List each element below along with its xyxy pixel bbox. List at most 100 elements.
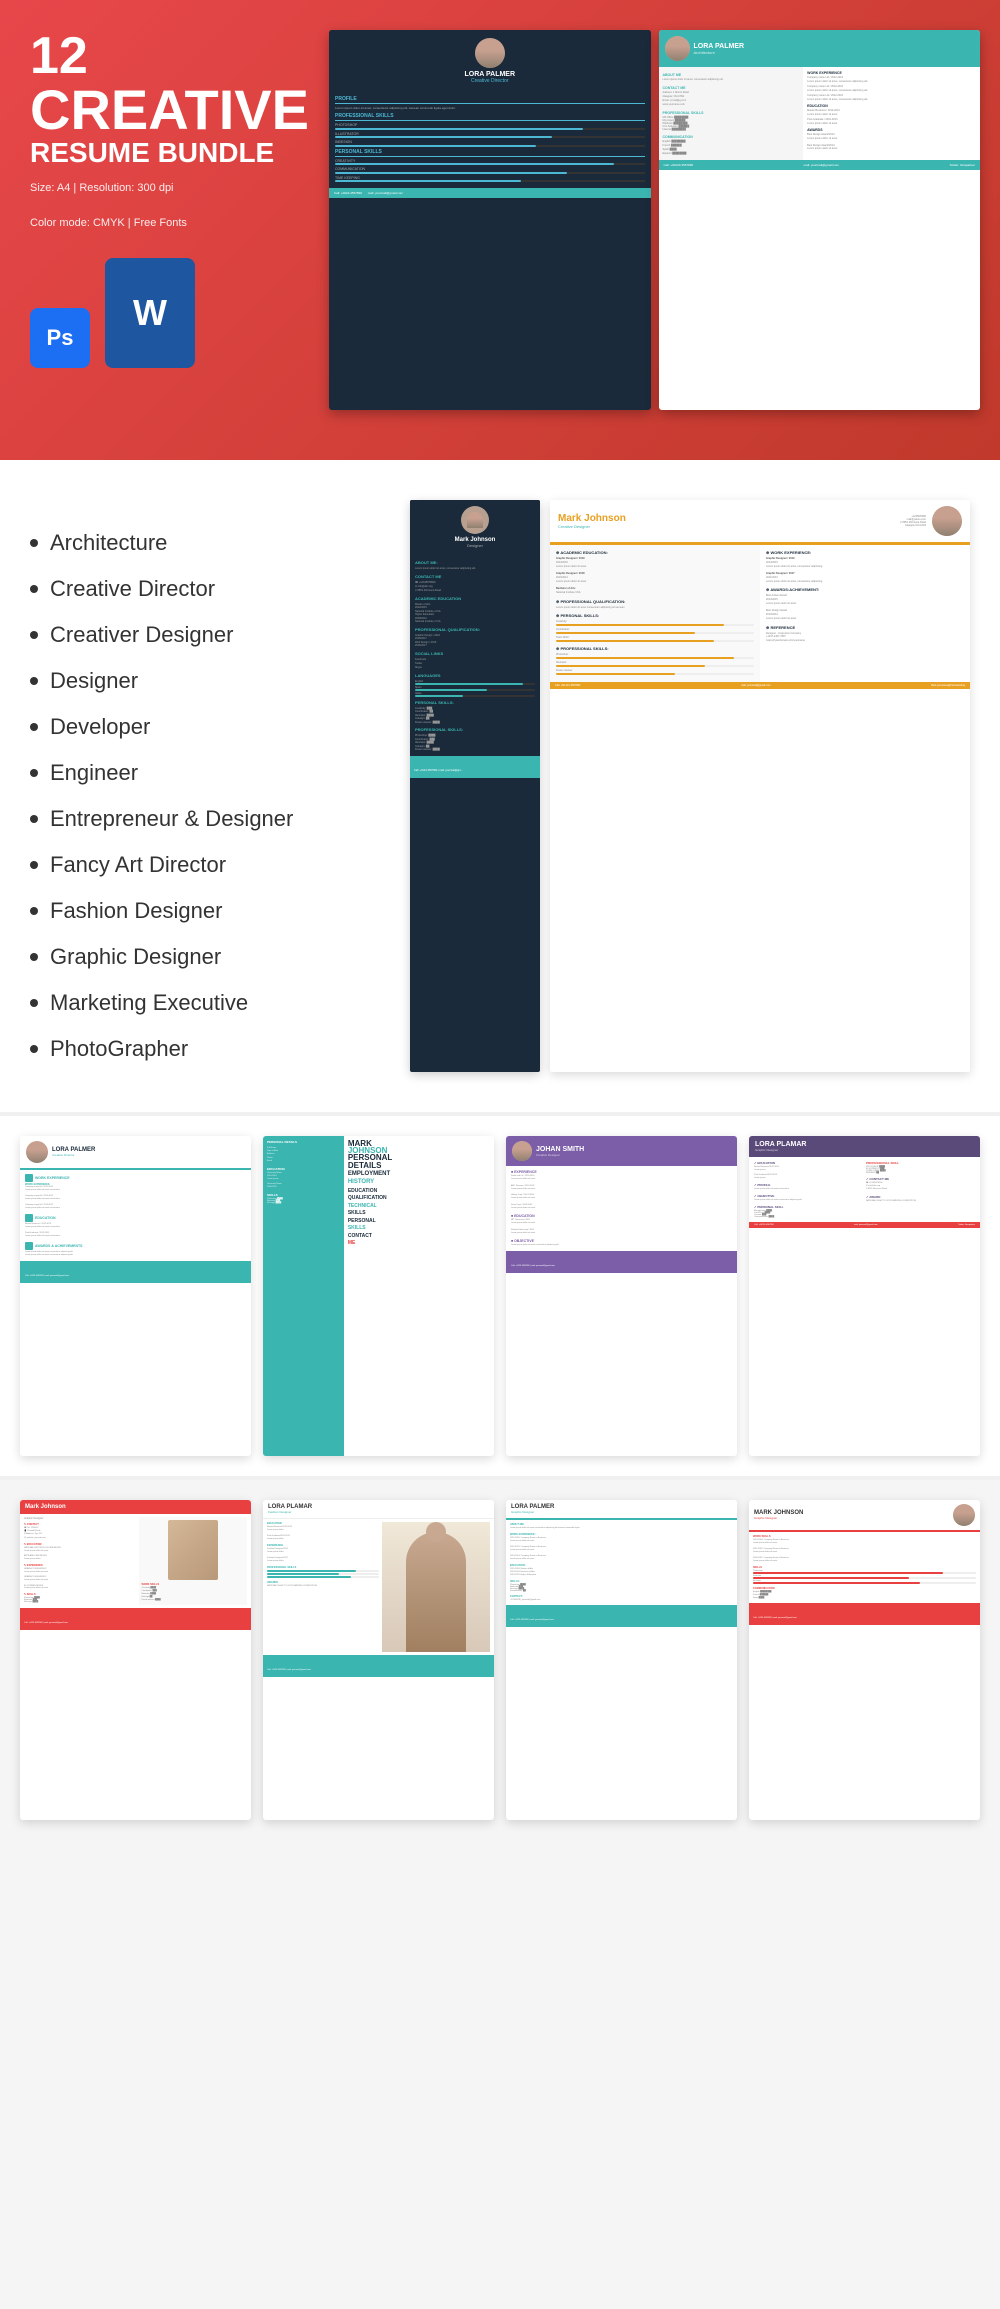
hero-meta-size: Size: A4 | Resolution: 300 dpi	[30, 179, 309, 199]
dark-section-personal: PERSONAL SKILLS	[335, 149, 645, 157]
list-item-creative-designer: Creativer Designer	[30, 612, 380, 658]
bullet-10	[30, 953, 38, 961]
list-section-previews: Mark Johnson Designer ABOUT ME: Lorem ip…	[410, 500, 970, 1072]
mark-dark-resume: Mark Johnson Designer ABOUT ME: Lorem ip…	[410, 500, 540, 1072]
lora-graphic-header: LORA PALMER Graphic Designer	[506, 1500, 737, 1520]
resume-preview-teal: LORA PALMER Architecture ABOUT ME Lorem …	[659, 30, 981, 410]
lora-graphic-role: Graphic Designer	[511, 1510, 732, 1514]
mark-color-avatar	[932, 506, 962, 536]
mark-dark-header: Mark Johnson Designer	[410, 500, 540, 554]
hero-section: 12 CREATIVE RESUME BUNDLE Size: A4 | Res…	[0, 0, 1000, 460]
mark-clean-footer: Call: +0123-4567890 | mail: yourmail@gma…	[749, 1603, 980, 1625]
teal-resume-name: LORA PALMER	[694, 43, 745, 50]
software-badges: Ps W	[30, 248, 309, 368]
mark-color-name: Mark Johnson	[558, 513, 626, 524]
mark-red-resume: Mark Johnson Graphic Designer ✎ CONTACT …	[20, 1500, 251, 1820]
johan-resume: JOHAN SMITH Creative Designer ■ Experien…	[506, 1136, 737, 1456]
mark-typo-right: MARK JOHNSON PERSONAL DETAILS EMPLOYMENT…	[344, 1136, 494, 1456]
hero-meta-color: Color mode: CMYK | Free Fonts	[30, 214, 309, 234]
bottom-row-2: Mark Johnson Graphic Designer ✎ CONTACT …	[0, 1480, 1000, 1840]
lora-purple-header: LORA PLAMAR Graphic Designer	[749, 1136, 980, 1157]
item-marketing: Marketing Executive	[50, 990, 248, 1016]
mark-red-body: Graphic Designer ✎ CONTACT ☎ Tel: 123456…	[20, 1514, 251, 1608]
list-item-fancy-art: Fancy Art Director	[30, 842, 380, 888]
dark-section-skills: PROFESSIONAL SKILLS	[335, 113, 645, 121]
lora-purple-footer: Call: +00123-4567890 mail: yourmail@gmai…	[749, 1222, 980, 1228]
lora-fashion-resume: LORA PLAMAR Fashion Designer EDUCATION M…	[263, 1500, 494, 1820]
skill-communication: COMMUNICATION	[335, 167, 645, 174]
dark-section-profile: PROFILE	[335, 96, 645, 104]
dark-email: mail: yourmail@gmail.com	[368, 191, 403, 195]
item-graphic: Graphic Designer	[50, 944, 221, 970]
bullet-11	[30, 999, 38, 1007]
mark-clean-role: Graphic Designer	[754, 1516, 803, 1520]
lora-small-footer: Call: +0123-4567890 | mail: yourmail@gma…	[20, 1261, 251, 1283]
johan-name: JOHAN SMITH	[536, 1146, 584, 1153]
list-section: Architecture Creative Director Creativer…	[0, 460, 1000, 1112]
lora-graphic-footer: Call: +0123-4567890 | mail: yourmail@gma…	[506, 1605, 737, 1627]
mark-red-footer: Call: +0123-4567890 | mail: yourmail@gma…	[20, 1608, 251, 1630]
list-item-engineer: Engineer	[30, 750, 380, 796]
lora-small-body: WORK EXPERIENCE WORK EXPERIENCE Company …	[20, 1170, 251, 1261]
johan-role: Creative Designer	[536, 1153, 584, 1157]
mark-color-header: Mark Johnson Creative Designer +12456/90…	[550, 500, 970, 545]
lora-fashion-body: EDUCATION Master Business/2012-2013Lorem…	[263, 1519, 494, 1655]
mark-clean-body: WORK SKILLS 2013-2016: Company Name in B…	[749, 1532, 980, 1603]
mark-typo-resume: PERSONAL DETAILS Full NameDate of BirthA…	[263, 1136, 494, 1456]
teal-resume-footer: Call: +00123-4567890 mail: yourmail@gmai…	[659, 160, 981, 170]
mark-color-body: ⊕ ACADEMIC EDUCATION: Graphic Designer /…	[550, 545, 970, 682]
resume-preview-dark: LORA PALMER Creative Director PROFILE Lo…	[329, 30, 651, 410]
item-photographer: PhotoGrapher	[50, 1036, 188, 1062]
list-item-graphic: Graphic Designer	[30, 934, 380, 980]
johan-header: JOHAN SMITH Creative Designer	[506, 1136, 737, 1166]
type-list-ul: Architecture Creative Director Creativer…	[30, 520, 380, 1072]
item-designer: Designer	[50, 668, 138, 694]
item-fashion: Fashion Designer	[50, 898, 222, 924]
lora-fashion-header: LORA PLAMAR Fashion Designer	[263, 1500, 494, 1519]
bullet-12	[30, 1045, 38, 1053]
bullet-6	[30, 769, 38, 777]
skill-illustrator: ILLUSTRATOR	[335, 132, 645, 139]
lora-graphic-resume: LORA PALMER Graphic Designer ABOUT ME! L…	[506, 1500, 737, 1820]
bullet-5	[30, 723, 38, 731]
item-creative-designer: Creativer Designer	[50, 622, 233, 648]
bottom-row-1: LORA PALMER Creative Director WORK EXPER…	[0, 1116, 1000, 1476]
skill-indesign: INDESIGN	[335, 140, 645, 147]
teal-twitter: Twitter: /lorapalmer	[949, 163, 975, 167]
mark-color-role: Creative Designer	[558, 524, 626, 529]
dark-contact: Call: +0022-4567890	[334, 191, 362, 195]
teal-col-right: WORK EXPERIENCE Company name Ltd / 2012-…	[803, 67, 980, 160]
bullet-9	[30, 907, 38, 915]
teal-email: mail: yourmail@gmail.com	[804, 163, 839, 167]
lora-purple-resume: LORA PLAMAR Graphic Designer ✓ EDUCATION…	[749, 1136, 980, 1456]
teal-resume-header: LORA PALMER Architecture	[659, 30, 981, 67]
dark-resume-header: LORA PALMER Creative Director	[329, 30, 651, 92]
resume-type-list: Architecture Creative Director Creativer…	[30, 500, 380, 1072]
skill-creativity: CREATIVITY	[335, 159, 645, 166]
list-item-architecture: Architecture	[30, 520, 380, 566]
lora-purple-name: LORA PLAMAR	[755, 1141, 974, 1148]
bullet-1	[30, 539, 38, 547]
lora-graphic-body: ABOUT ME! Lorem ipsum dolor sit amet con…	[506, 1520, 737, 1605]
item-architecture: Architecture	[50, 530, 167, 556]
list-item-fashion: Fashion Designer	[30, 888, 380, 934]
word-label: W	[133, 292, 167, 334]
bullet-3	[30, 631, 38, 639]
teal-col-left: ABOUT ME Lorem ipsum dolor sit amet, con…	[659, 67, 804, 160]
hero-left-panel: 12 CREATIVE RESUME BUNDLE Size: A4 | Res…	[30, 30, 309, 368]
lora-purple-role: Graphic Designer	[755, 1148, 974, 1152]
lora-small-role: Creative Director	[52, 1153, 95, 1157]
dark-resume-title: Creative Director	[335, 78, 645, 84]
item-engineer: Engineer	[50, 760, 138, 786]
list-item-marketing: Marketing Executive	[30, 980, 380, 1026]
mark-clean-resume: MARK JOHNSON Graphic Designer WORK SKILL…	[749, 1500, 980, 1820]
lora-fashion-footer: Call: +0123-4567890 | mail: yourmail@gma…	[263, 1655, 494, 1677]
hero-number: 12	[30, 30, 309, 82]
johan-body: ■ Experience Smith and Co / 2010-2014 Lo…	[506, 1166, 737, 1251]
hero-creative: CREATIVE	[30, 82, 309, 138]
item-creative-director: Creative Director	[50, 576, 215, 602]
dark-resume-body: PROFILE Lorem ipsum dolor sit amet, cons…	[329, 92, 651, 188]
teal-resume-title: Architecture	[694, 50, 745, 55]
johan-footer: Call: +0123-4567890 | mail: yourmail@gma…	[506, 1251, 737, 1273]
lora-teal-resume: LORA PALMER Creative Director WORK EXPER…	[20, 1136, 251, 1456]
